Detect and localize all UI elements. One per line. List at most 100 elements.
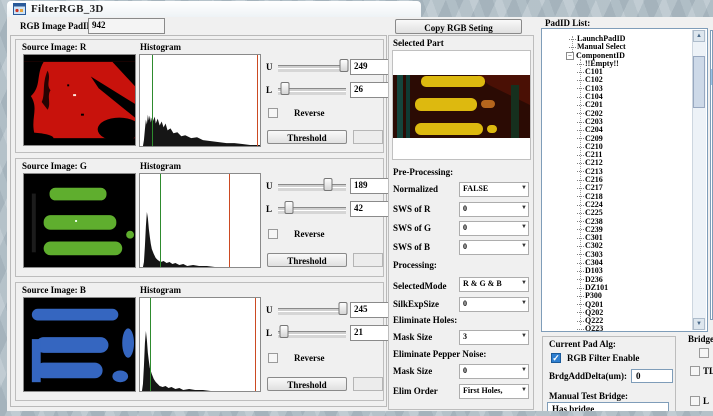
- tree-scrollbar[interactable]: ▲ ▼: [692, 30, 706, 330]
- tree-item[interactable]: − Q222: [542, 317, 693, 325]
- tree-item[interactable]: − C224: [542, 201, 693, 209]
- upper-threshold-line: [229, 174, 230, 267]
- threshold-result-box-r[interactable]: [353, 130, 383, 144]
- selected-mode-select[interactable]: R & G & B ▼: [459, 277, 529, 292]
- manual-test-bridge-input[interactable]: Has bridge: [547, 402, 669, 411]
- reverse-checkbox-g[interactable]: [268, 229, 278, 239]
- tree-item[interactable]: − C103: [542, 85, 693, 93]
- tree-item[interactable]: − Q201: [542, 301, 693, 309]
- tree-dash: [577, 180, 584, 181]
- tree-item[interactable]: − D103: [542, 267, 693, 275]
- u-value-g[interactable]: 189: [350, 178, 389, 194]
- u-slider-g[interactable]: [278, 178, 346, 192]
- u-value-r[interactable]: 249: [350, 59, 389, 75]
- tree-item[interactable]: − DZ101: [542, 284, 693, 292]
- tree-item[interactable]: − C211: [542, 151, 693, 159]
- tree-item[interactable]: − C302: [542, 242, 693, 250]
- source-images-panel: Source Image: R: [10, 35, 387, 407]
- l-slider-g[interactable]: [278, 201, 346, 215]
- tree-item[interactable]: − C213: [542, 168, 693, 176]
- threshold-result-box-g[interactable]: [353, 253, 383, 267]
- bridge-l-label: L: [703, 396, 709, 406]
- tree-expander[interactable]: −: [566, 52, 574, 60]
- copy-rgb-setting-button[interactable]: Copy RGB Seting: [395, 19, 522, 34]
- tree-item[interactable]: − C238: [542, 218, 693, 226]
- tree-item[interactable]: − C218: [542, 193, 693, 201]
- padid-list-label: PadID List:: [545, 18, 590, 28]
- rgb-filter-enable-checkbox[interactable]: ✓: [551, 353, 561, 363]
- threshold-button-b[interactable]: Threshold: [267, 377, 347, 391]
- tree-item[interactable]: − C201: [542, 101, 693, 109]
- slider-thumb[interactable]: [285, 201, 294, 214]
- elim-order-select[interactable]: First Holes, ▼: [459, 384, 529, 399]
- threshold-result-box-b[interactable]: [353, 377, 383, 391]
- sws-of-g-select[interactable]: 0 ▼: [459, 221, 529, 236]
- tree-item[interactable]: − C202: [542, 110, 693, 118]
- sws-of-r-select[interactable]: 0 ▼: [459, 202, 529, 217]
- scrollbar-thumb[interactable]: [693, 56, 705, 108]
- silk-exp-size-value: 0: [463, 299, 467, 308]
- dropdown-arrow-icon: ▼: [521, 185, 527, 191]
- sws-of-g-label: SWS of G: [393, 223, 431, 233]
- slider-thumb[interactable]: [279, 325, 288, 338]
- tree-item[interactable]: − C304: [542, 259, 693, 267]
- l-value-b[interactable]: 21: [350, 325, 389, 341]
- slider-thumb[interactable]: [340, 59, 349, 72]
- slider-thumb[interactable]: [324, 178, 333, 191]
- tree-item[interactable]: − C301: [542, 234, 693, 242]
- threshold-button-r[interactable]: Threshold: [267, 130, 347, 144]
- u-slider-b[interactable]: [278, 302, 346, 316]
- scroll-up-arrow-icon[interactable]: ▲: [693, 30, 705, 42]
- tree-item[interactable]: − !!Empty!!: [542, 60, 693, 68]
- reverse-label: Reverse: [294, 229, 324, 239]
- l-slider-r[interactable]: [278, 82, 346, 96]
- reverse-checkbox-r[interactable]: [268, 108, 278, 118]
- window-titlebar[interactable]: FilterRGB_3D: [7, 1, 421, 17]
- slider-thumb[interactable]: [339, 302, 348, 315]
- tree-item[interactable]: − C210: [542, 143, 693, 151]
- tree-item[interactable]: − C303: [542, 251, 693, 259]
- silk-exp-size-label: SilkExpSize: [393, 299, 439, 309]
- u-slider-r[interactable]: [278, 59, 346, 73]
- tree-item[interactable]: − C217: [542, 184, 693, 192]
- tree-item[interactable]: − C209: [542, 135, 693, 143]
- l-value-g[interactable]: 42: [350, 201, 389, 217]
- brdg-add-delta-label: BrdgAddDelta(um):: [549, 371, 627, 381]
- l-slider-b[interactable]: [278, 325, 346, 339]
- mask-size-holes-select[interactable]: 3 ▼: [459, 330, 529, 345]
- bridge-checkbox-partial[interactable]: [699, 348, 709, 358]
- threshold-button-g[interactable]: Threshold: [267, 253, 347, 267]
- tree-dash: [577, 80, 584, 81]
- slider-thumb[interactable]: [280, 82, 289, 95]
- eliminate-pepper-label: Eliminate Pepper Noise:: [393, 349, 486, 359]
- upper-threshold-line: [255, 298, 256, 391]
- brdg-add-delta-input[interactable]: 0: [631, 369, 673, 383]
- tree-item[interactable]: − C216: [542, 176, 693, 184]
- tree-item[interactable]: − C225: [542, 209, 693, 217]
- u-value-b[interactable]: 245: [350, 302, 389, 318]
- tree-dash: [577, 304, 584, 305]
- bridge-tl-checkbox[interactable]: [690, 366, 700, 376]
- mask-size-pepper-select[interactable]: 0 ▼: [459, 364, 529, 379]
- silk-exp-size-select[interactable]: 0 ▼: [459, 297, 529, 312]
- l-value-r[interactable]: 26: [350, 82, 389, 98]
- tree-item[interactable]: − C101: [542, 68, 693, 76]
- tree-dash: [577, 238, 584, 239]
- tree-item[interactable]: − P300: [542, 292, 693, 300]
- dropdown-arrow-icon: ▼: [521, 243, 527, 249]
- tree-item[interactable]: − Q223: [542, 325, 693, 331]
- tree-item[interactable]: − D236: [542, 276, 693, 284]
- tree-item[interactable]: − C239: [542, 226, 693, 234]
- tree-item[interactable]: − C102: [542, 76, 693, 84]
- bridge-l-checkbox[interactable]: [690, 396, 700, 406]
- tree-item[interactable]: − C203: [542, 118, 693, 126]
- normalized-select[interactable]: FALSE ▼: [459, 182, 529, 197]
- sws-of-b-select[interactable]: 0 ▼: [459, 240, 529, 255]
- l-label: L: [266, 204, 272, 214]
- tree-item[interactable]: − C212: [542, 159, 693, 167]
- tree-item[interactable]: − C204: [542, 126, 693, 134]
- tree-item[interactable]: − C104: [542, 93, 693, 101]
- scroll-down-arrow-icon[interactable]: ▼: [693, 318, 705, 330]
- reverse-checkbox-b[interactable]: [268, 353, 278, 363]
- tree-item[interactable]: − Q202: [542, 309, 693, 317]
